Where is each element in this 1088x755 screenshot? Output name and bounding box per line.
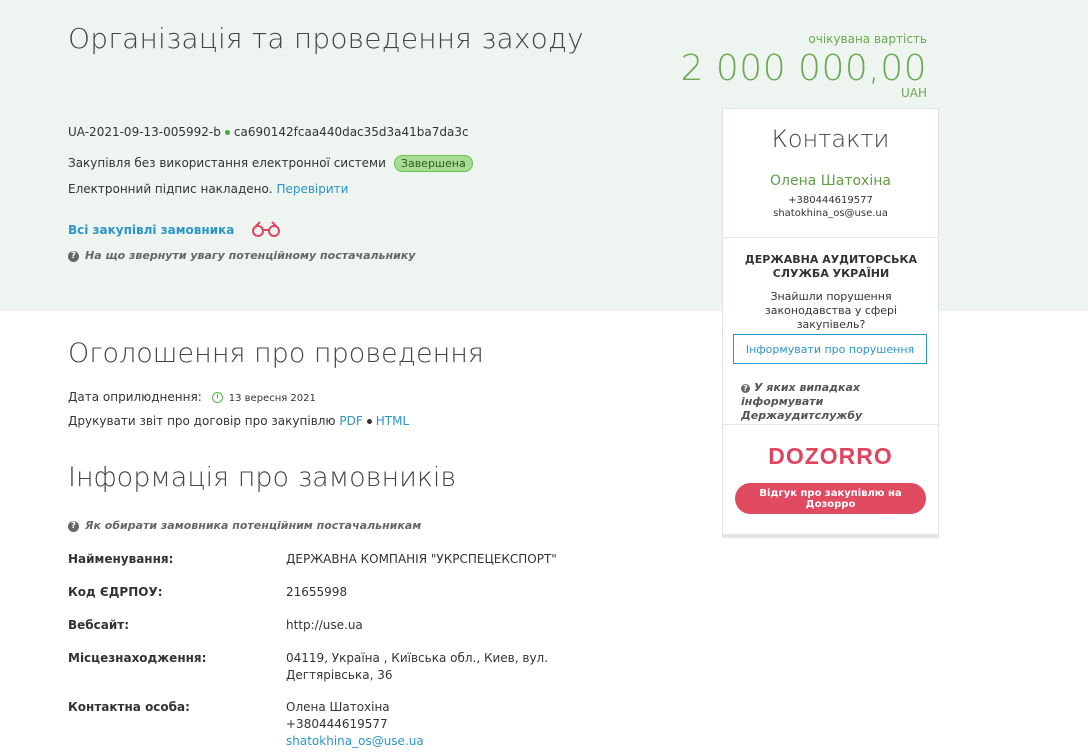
card-divider: [723, 237, 938, 238]
location-line-2: Дегтярівська, 36: [286, 668, 393, 682]
question-icon: ?: [68, 250, 79, 262]
location-label: Місцезнаходження:: [68, 651, 207, 665]
print-report-label: Друкувати звіт про договір про закупівлю: [68, 414, 336, 428]
contact-person-value: Олена Шатохіна +380444619577 shatokhina_…: [286, 699, 424, 750]
contact-person-email[interactable]: shatokhina_os@use.ua: [286, 734, 424, 748]
print-report-line: Друкувати звіт про договір про закупівлю…: [68, 414, 409, 428]
page-title: Організація та проведення заходу: [68, 22, 584, 55]
dot-separator: [366, 418, 372, 424]
contact-email: shatokhina_os@use.ua: [773, 208, 888, 219]
buyer-choice-hint-text: Як обирати замовника потенційним постача…: [85, 519, 422, 532]
publish-date-line: Дата оприлюднення: 13 вересня 2021: [68, 390, 316, 404]
audit-hint-text: У яких випадках інформувати Держаудитслу…: [741, 381, 863, 422]
audit-service-text: Знайшли порушення законодавства у сфері …: [764, 290, 898, 331]
website-label: Вебсайт:: [68, 618, 130, 632]
tender-id: UA-2021-09-13-005992-b: [68, 125, 221, 139]
procurement-type: Закупівля без використання електронної с…: [68, 156, 386, 170]
edrpou-value: 21655998: [286, 585, 348, 599]
contacts-card: Контакти Олена Шатохіна +380444619577 sh…: [722, 108, 939, 538]
buyer-name-label: Найменування:: [68, 552, 174, 566]
location-value: 04119, Україна , Київська обл., Киев, ву…: [286, 650, 548, 684]
tender-hash: ca690142fcaa440dac35d3a41ba7da3c: [233, 125, 469, 139]
clock-icon: [211, 391, 223, 403]
all-buyer-procurements-link[interactable]: Всі закупівлі замовника: [68, 223, 234, 237]
contact-phone: +380444619577: [788, 195, 873, 206]
tender-id-line: UA-2021-09-13-005992-b ca690142fcaa440dac…: [68, 125, 469, 139]
signature-text: Електронний підпис накладено.: [68, 182, 273, 196]
website-link[interactable]: http://use.ua: [286, 617, 363, 634]
edrpou-label: Код ЄДРПОУ:: [68, 585, 163, 599]
dozorro-logo: DOZORRO: [768, 443, 893, 469]
dot-separator: [224, 129, 230, 135]
buyer-choice-hint[interactable]: ? Як обирати замовника потенційним постач…: [68, 519, 421, 532]
status-badge: Завершена: [393, 155, 473, 172]
verify-signature-link[interactable]: Перевірити: [276, 182, 348, 196]
location-line-1: 04119, Україна , Київська обл., Киев, ву…: [286, 651, 549, 665]
dozorro-review-button[interactable]: Відгук про закупівлю на Дозорро: [735, 483, 926, 514]
buyer-procurements-line: Всі закупівлі замовника: [68, 220, 282, 241]
publish-date-label: Дата оприлюднення:: [68, 390, 202, 404]
supplier-hint-text: На що звернути увагу потенційному постач…: [85, 249, 416, 262]
report-violation-button[interactable]: Інформувати про порушення: [733, 334, 927, 364]
expected-cost-label: очікувана вартість: [808, 32, 927, 46]
print-pdf-link[interactable]: PDF: [339, 414, 362, 428]
audit-hint[interactable]: ? У яких випадках інформувати Держаудитсл…: [741, 381, 931, 423]
contact-person-phone: +380444619577: [286, 717, 388, 731]
contact-name: Олена Шатохіна: [770, 173, 891, 189]
announcement-section-title: Оголошення про проведення: [68, 338, 484, 369]
publish-date-value: 13 вересня 2021: [228, 393, 316, 404]
expected-cost-value: 2 000 000,00: [680, 48, 927, 89]
contact-person-name: Олена Шатохіна: [286, 700, 390, 714]
card-divider: [723, 424, 938, 425]
currency-label: UAH: [900, 86, 927, 100]
contacts-title: Контакти: [771, 125, 890, 153]
buyer-info-section-title: Інформація про замовників: [68, 462, 457, 493]
procurement-type-line: Закупівля без використання електронної с…: [68, 155, 473, 172]
question-icon: ?: [68, 520, 79, 532]
print-html-link[interactable]: HTML: [376, 414, 409, 428]
supplier-hint[interactable]: ? На що звернути увагу потенційному поста…: [68, 249, 415, 262]
signature-line: Електронний підпис накладено. Перевірити: [68, 182, 348, 196]
buyer-name-value: ДЕРЖАВНА КОМПАНІЯ "УКРСПЕЦЕКСПОРТ": [286, 552, 557, 566]
question-icon: ?: [741, 383, 750, 393]
binoculars-icon[interactable]: [250, 220, 282, 241]
audit-service-title: ДЕРЖАВНА АУДИТОРСЬКА СЛУЖБА УКРАЇНИ: [744, 253, 918, 280]
contact-person-label: Контактна особа:: [68, 700, 190, 714]
